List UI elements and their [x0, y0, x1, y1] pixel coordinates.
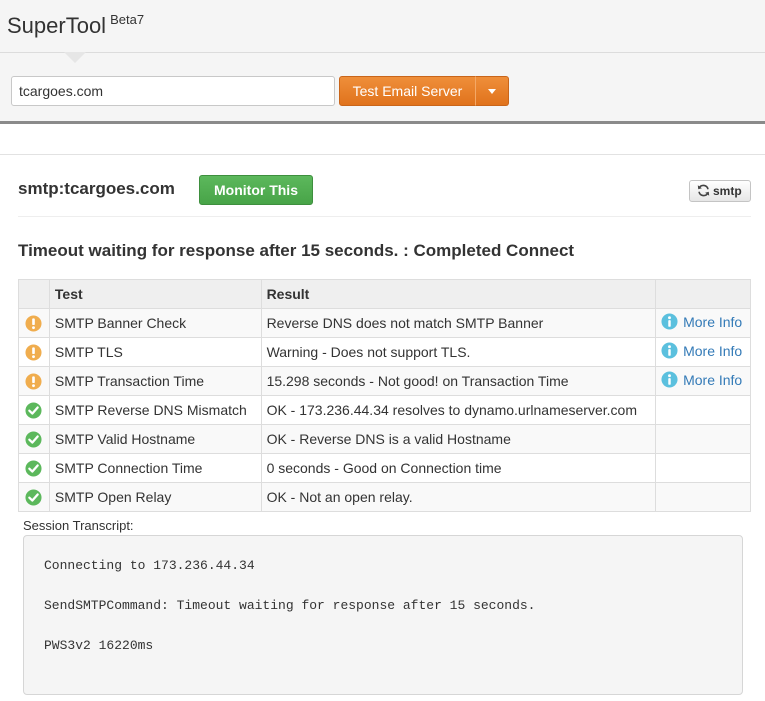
more-info-cell: More Info [655, 337, 751, 367]
caret-down-icon [488, 89, 496, 94]
results-table: Test Result SMTP Banner Check Reverse DNS… [18, 279, 751, 512]
refresh-label: smtp [713, 184, 742, 198]
session-transcript: Connecting to 173.236.44.34 SendSMTPComm… [23, 535, 743, 695]
header-pointer [64, 52, 86, 63]
beta-badge: Beta7 [110, 12, 145, 27]
title-divider [18, 216, 751, 217]
refresh-smtp-button[interactable]: smtp [689, 180, 751, 202]
test-column-header: Test [48, 279, 262, 309]
table-row: SMTP Connection Time 0 seconds - Good on … [18, 453, 751, 483]
test-name-cell: SMTP Reverse DNS Mismatch [48, 395, 262, 425]
table-row: SMTP Open Relay OK - Not an open relay. [18, 482, 751, 512]
test-name-cell: SMTP Valid Hostname [48, 424, 262, 454]
page-title: smtp:tcargoes.com [18, 179, 175, 198]
header-divider [0, 52, 765, 53]
more-info-cell [655, 424, 751, 454]
result-cell: 0 seconds - Good on Connection time [260, 453, 657, 483]
status-cell [18, 308, 50, 338]
status-cell [18, 337, 50, 367]
more-info-link[interactable]: More Info [661, 313, 742, 330]
content-divider [0, 154, 765, 155]
exclamation-circle-icon [25, 373, 42, 390]
more-info-cell: More Info [655, 308, 751, 338]
results-body: SMTP Banner Check Reverse DNS does not ma… [18, 308, 751, 512]
table-row: SMTP Transaction Time 15.298 seconds - No… [18, 366, 751, 396]
result-cell: OK - Not an open relay. [260, 482, 657, 512]
status-cell [18, 366, 50, 396]
info-circle-icon [661, 371, 678, 388]
test-name-cell: SMTP Open Relay [48, 482, 262, 512]
status-cell [18, 482, 50, 512]
result-cell: OK - Reverse DNS is a valid Hostname [260, 424, 657, 454]
result-cell: Reverse DNS does not match SMTP Banner [260, 308, 657, 338]
check-circle-icon [25, 431, 42, 448]
more-info-link[interactable]: More Info [661, 371, 742, 388]
transcript-line: Connecting to 173.236.44.34 [44, 558, 255, 573]
exclamation-circle-icon [25, 344, 42, 361]
test-name-cell: SMTP Connection Time [48, 453, 262, 483]
result-cell: OK - 173.236.44.34 resolves to dynamo.ur… [260, 395, 657, 425]
result-cell: 15.298 seconds - Not good! on Transactio… [260, 366, 657, 396]
more-info-cell: More Info [655, 366, 751, 396]
info-circle-icon [661, 313, 678, 330]
check-circle-icon [25, 402, 42, 419]
result-column-header: Result [260, 279, 657, 309]
test-name-cell: SMTP Banner Check [48, 308, 262, 338]
more-info-cell [655, 482, 751, 512]
brand-name: SuperTool [7, 13, 107, 38]
transcript-line: SendSMTPCommand: Timeout waiting for res… [44, 598, 536, 613]
info-circle-icon [661, 342, 678, 359]
more-column-header [655, 279, 751, 309]
table-row: SMTP Reverse DNS Mismatch OK - 173.236.44… [18, 395, 751, 425]
table-row: SMTP TLS Warning - Does not support TLS. M… [18, 337, 751, 367]
more-info-link[interactable]: More Info [661, 342, 742, 359]
app-header: SuperToolBeta7 Test Email Server [0, 0, 765, 124]
more-info-cell [655, 453, 751, 483]
refresh-icon [697, 184, 710, 197]
more-info-cell [655, 395, 751, 425]
table-row: SMTP Banner Check Reverse DNS does not ma… [18, 308, 751, 338]
table-row: SMTP Valid Hostname OK - Reverse DNS is a… [18, 424, 751, 454]
check-circle-icon [25, 489, 42, 506]
more-info-label: More Info [683, 342, 743, 359]
test-name-cell: SMTP TLS [48, 337, 262, 367]
status-cell [18, 424, 50, 454]
test-email-server-button[interactable]: Test Email Server [339, 76, 476, 106]
brand-title[interactable]: SuperTool Beta7 [7, 12, 145, 39]
more-info-label: More Info [683, 313, 743, 330]
table-header-row: Test Result [18, 279, 751, 309]
test-name-cell: SMTP Transaction Time [48, 366, 262, 396]
status-heading: Timeout waiting for response after 15 se… [18, 241, 575, 260]
test-options-dropdown-button[interactable] [475, 76, 509, 106]
result-cell: Warning - Does not support TLS. [260, 337, 657, 367]
more-info-label: More Info [683, 371, 743, 388]
status-cell [18, 453, 50, 483]
transcript-line: PWS3v2 16220ms [44, 638, 154, 653]
monitor-this-button[interactable]: Monitor This [199, 175, 313, 205]
transcript-label: Session Transcript: [23, 518, 134, 533]
status-column-header [18, 279, 50, 309]
status-cell [18, 395, 50, 425]
exclamation-circle-icon [25, 315, 42, 332]
check-circle-icon [25, 460, 42, 477]
domain-input[interactable] [11, 76, 335, 106]
